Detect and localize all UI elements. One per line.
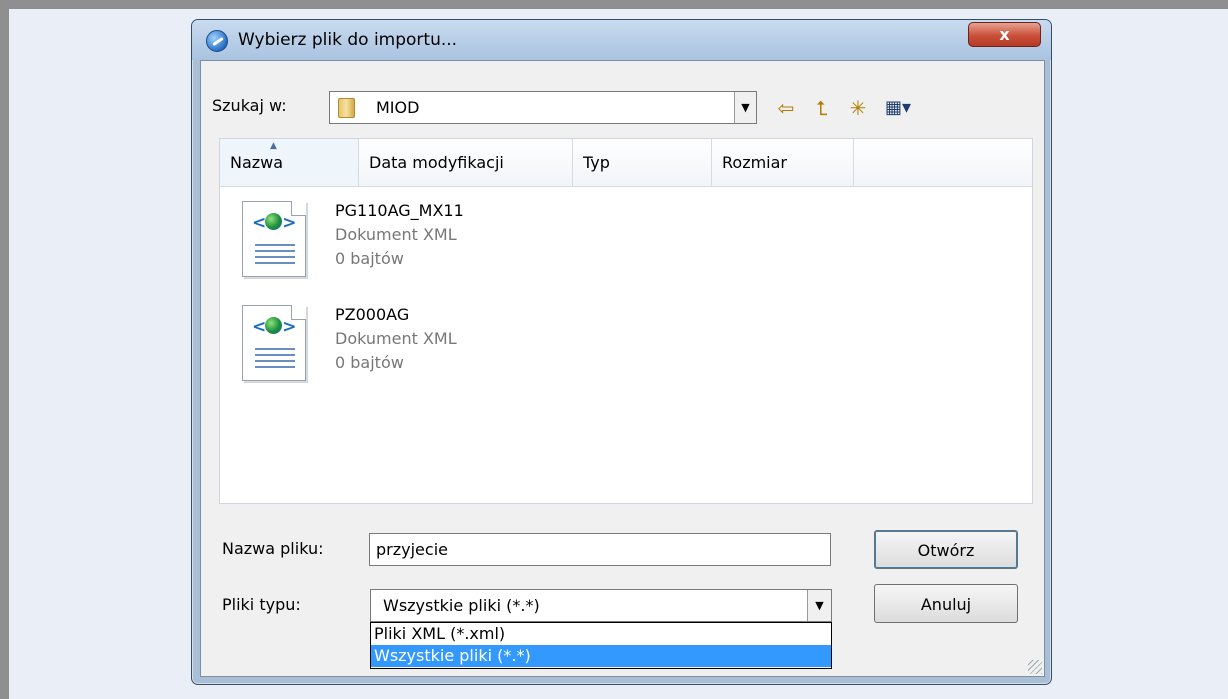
filetype-options-list: Pliki XML (*.xml) Wszystkie pliki (*.*) [370, 622, 832, 669]
sort-ascending-icon: ▲ [270, 141, 277, 151]
chevron-down-icon[interactable]: ▼ [807, 590, 831, 621]
list-header: ▲ Nazwa Data modyfikacji Typ Rozmiar [220, 139, 1032, 187]
chevron-down-icon[interactable]: ▼ [734, 92, 756, 123]
close-button[interactable]: x [968, 22, 1041, 47]
window-frame-left [0, 0, 9, 699]
file-name: PG110AG_MX11 [335, 201, 464, 220]
new-folder-icon[interactable]: ✳ [845, 95, 871, 121]
open-button[interactable]: Otwórz [874, 530, 1018, 569]
column-name[interactable]: ▲ Nazwa [220, 139, 359, 186]
file-item[interactable]: < > PZ000AG Dokument XML 0 bajtów [242, 305, 542, 409]
app-icon [206, 30, 228, 52]
filetype-option-all[interactable]: Wszystkie pliki (*.*) [371, 645, 831, 667]
filetype-dropdown[interactable]: Wszystkie pliki (*.*) ▼ [370, 589, 832, 622]
lookin-label: Szukaj w: [212, 96, 287, 115]
dialog-titlebar[interactable]: Wybierz plik do importu... x [192, 20, 1051, 60]
close-icon: x [999, 25, 1010, 44]
cancel-button[interactable]: Anuluj [874, 584, 1018, 623]
dialog-client-area: Szukaj w: MIOD ▼ ⇦ ⮤ ✳ ▦▾ ▲ Nazwa Data m… [200, 60, 1045, 677]
filetype-label: Pliki typu: [222, 595, 301, 614]
window-frame-top [0, 0, 1228, 9]
column-name-label: Nazwa [230, 153, 284, 172]
arrow-left-icon[interactable]: ⇦ [773, 95, 799, 121]
lookin-dropdown[interactable]: MIOD ▼ [329, 91, 757, 124]
resize-grip[interactable] [1028, 660, 1042, 674]
filetype-value: Wszystkie pliki (*.*) [383, 596, 540, 615]
filename-label: Nazwa pliku: [222, 539, 324, 558]
folder-icon [338, 98, 355, 118]
column-type[interactable]: Typ [573, 139, 712, 186]
xml-file-icon: < > [242, 201, 306, 277]
column-size-label: Rozmiar [722, 153, 787, 172]
column-date-modified[interactable]: Data modyfikacji [359, 139, 573, 186]
column-date-label: Data modyfikacji [369, 153, 504, 172]
column-size[interactable]: Rozmiar [712, 139, 854, 186]
filetype-option-xml[interactable]: Pliki XML (*.xml) [371, 623, 831, 645]
folder-up-icon[interactable]: ⮤ [809, 95, 835, 121]
navigation-toolbar: ⇦ ⮤ ✳ ▦▾ [773, 95, 915, 121]
open-file-dialog: Wybierz plik do importu... x Szukaj w: M… [191, 19, 1052, 685]
file-name: PZ000AG [335, 305, 410, 324]
filename-input[interactable] [369, 533, 831, 566]
file-item[interactable]: < > PG110AG_MX11 Dokument XML 0 bajtów [242, 201, 542, 305]
view-menu-icon[interactable]: ▦▾ [881, 95, 915, 121]
file-type: Dokument XML [335, 225, 457, 244]
dialog-title: Wybierz plik do importu... [238, 30, 458, 50]
file-size: 0 bajtów [335, 249, 404, 268]
lookin-value: MIOD [376, 98, 420, 117]
xml-file-icon: < > [242, 305, 306, 381]
file-type: Dokument XML [335, 329, 457, 348]
column-type-label: Typ [583, 153, 610, 172]
file-list[interactable]: ▲ Nazwa Data modyfikacji Typ Rozmiar <> [219, 138, 1033, 504]
file-size: 0 bajtów [335, 353, 404, 372]
